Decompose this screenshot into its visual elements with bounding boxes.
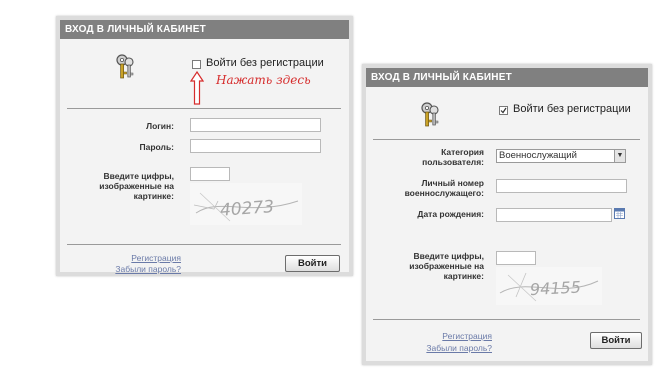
divider	[67, 108, 341, 109]
dropdown-arrow-icon[interactable]: ▼	[614, 150, 625, 162]
birth-date-input[interactable]	[496, 208, 612, 222]
keys-icon	[421, 102, 439, 127]
password-label: Пароль:	[139, 142, 174, 152]
captcha-input[interactable]	[190, 167, 230, 181]
divider	[67, 244, 341, 245]
password-input[interactable]	[190, 139, 321, 153]
divider	[373, 139, 640, 140]
divider	[373, 319, 640, 320]
submit-button[interactable]: Войти	[590, 332, 642, 349]
personal-number-input[interactable]	[496, 179, 627, 193]
captcha-text: 40273	[219, 197, 274, 221]
category-value: Военнослужащий	[499, 150, 577, 161]
no-registration-checkbox[interactable]	[499, 106, 508, 115]
personal-number-label: Личный номер военнослужащего:	[404, 178, 484, 198]
checkmark-icon	[500, 107, 507, 114]
captcha-image: 94155	[496, 267, 602, 305]
register-link[interactable]: Регистрация	[101, 253, 181, 263]
no-registration-checkbox[interactable]	[192, 60, 201, 69]
no-registration-label[interactable]: Войти без регистрации	[513, 103, 631, 115]
register-link[interactable]: Регистрация	[412, 331, 492, 341]
login-panel-left: ВХОД В ЛИЧНЫЙ КАБИНЕТ Войти без регистра…	[56, 16, 353, 276]
category-select[interactable]: Военнослужащий ▼	[496, 149, 626, 163]
login-input[interactable]	[190, 118, 321, 132]
birth-date-label: Дата рождения:	[417, 209, 484, 219]
panel-title: ВХОД В ЛИЧНЫЙ КАБИНЕТ	[366, 68, 648, 87]
captcha-text: 94155	[530, 277, 582, 299]
no-registration-label[interactable]: Войти без регистрации	[206, 57, 324, 69]
category-label: Категория пользователя:	[422, 147, 484, 167]
captcha-label: Введите цифры, изображенные на картинке:	[409, 251, 484, 281]
login-label: Логин:	[146, 121, 174, 131]
forgot-password-link[interactable]: Забыли пароль?	[402, 343, 492, 353]
captcha-image: 40273	[190, 183, 302, 225]
panel-body: Войти без регистрации Категория пользова…	[366, 87, 648, 361]
forgot-password-link[interactable]: Забыли пароль?	[91, 264, 181, 274]
captcha-label: Введите цифры, изображенные на картинке:	[99, 171, 174, 201]
hint-text: Нажать здесь	[216, 73, 311, 87]
panel-title: ВХОД В ЛИЧНЫЙ КАБИНЕТ	[60, 20, 349, 39]
panel-body: Войти без регистрации Нажать здесь Логин…	[60, 39, 349, 274]
keys-icon	[116, 54, 134, 79]
captcha-input[interactable]	[496, 251, 536, 265]
login-panel-right: ВХОД В ЛИЧНЫЙ КАБИНЕТ Войти без регистра…	[362, 64, 652, 365]
up-arrow-icon	[190, 71, 204, 105]
calendar-icon[interactable]	[614, 208, 625, 219]
submit-button[interactable]: Войти	[285, 255, 340, 272]
